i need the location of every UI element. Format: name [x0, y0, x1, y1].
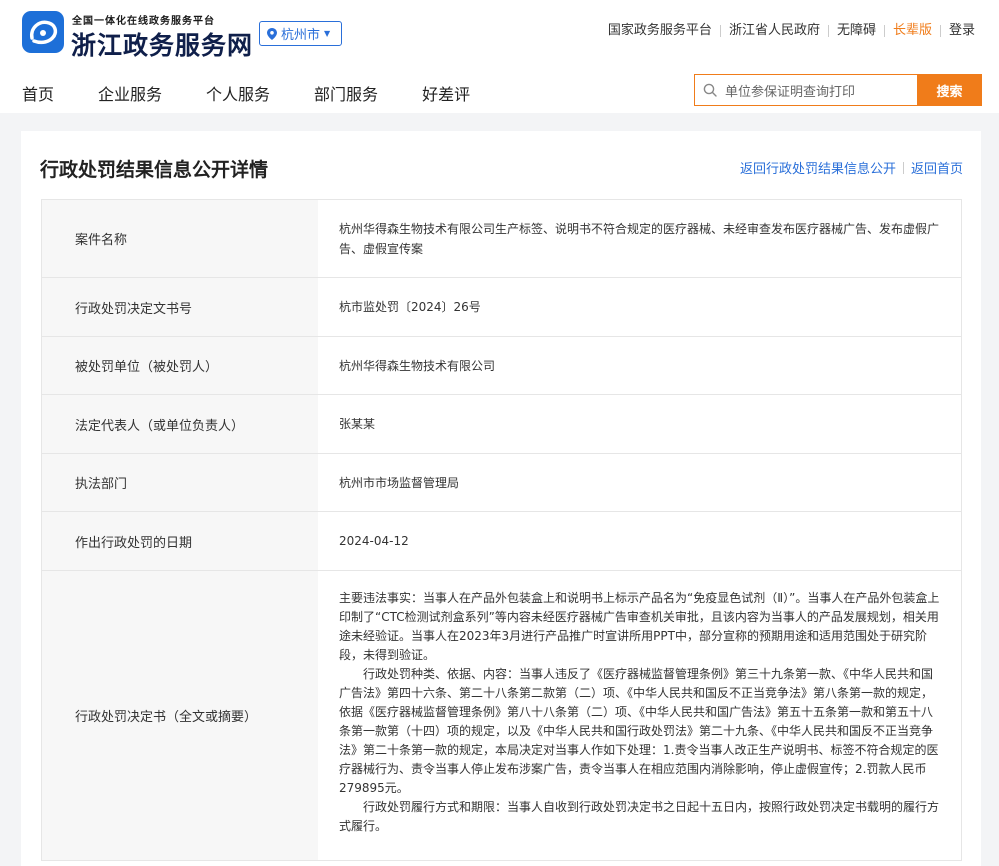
- top-links: 国家政务服务平台 浙江省人民政府 无障碍 长辈版 登录: [600, 23, 983, 39]
- nav-department[interactable]: 部门服务: [314, 81, 378, 105]
- decision-text: 主要违法事实：当事人在产品外包装盒上和说明书上标示产品名为“免疫显色试剂（Ⅱ）”…: [318, 571, 961, 860]
- table-row: 被处罚单位（被处罚人） 杭州华得森生物技术有限公司: [41, 337, 962, 395]
- link-elder-mode[interactable]: 长辈版: [885, 23, 940, 39]
- search-bar: 单位参保证明查询打印 搜索: [694, 74, 982, 106]
- divider: [902, 161, 904, 174]
- back-to-list-link[interactable]: 返回行政处罚结果信息公开: [740, 158, 896, 177]
- table-row: 法定代表人（或单位负责人） 张某某: [41, 395, 962, 454]
- row-value: 杭市监处罚〔2024〕26号: [339, 300, 481, 314]
- row-value: 杭州华得森生物技术有限公司: [339, 358, 496, 373]
- row-value: 2024-04-12: [339, 534, 409, 548]
- row-key: 作出行政处罚的日期: [42, 512, 318, 570]
- row-key: 行政处罚决定文书号: [42, 278, 318, 336]
- link-national-platform[interactable]: 国家政务服务平台: [600, 23, 720, 39]
- table-row: 行政处罚决定书（全文或摘要） 主要违法事实：当事人在产品外包装盒上和说明书上标示…: [41, 571, 962, 861]
- table-row: 案件名称 杭州华得森生物技术有限公司生产标签、说明书不符合规定的医疗器械、未经审…: [41, 200, 962, 278]
- decision-paragraph: 行政处罚种类、依据、内容：当事人违反了《医疗器械监督管理条例》第三十九条第一款、…: [339, 667, 939, 795]
- search-icon: [703, 83, 717, 97]
- link-login[interactable]: 登录: [941, 23, 983, 39]
- search-placeholder: 单位参保证明查询打印: [725, 84, 856, 100]
- caret-down-icon: ▼: [324, 29, 331, 38]
- nav-enterprise[interactable]: 企业服务: [98, 81, 162, 105]
- table-row: 执法部门 杭州市市场监督管理局: [41, 454, 962, 512]
- top-header: 全国一体化在线政务服务平台 浙江政务服务网 杭州市 ▼ 国家政务服务平台 浙江省…: [0, 0, 999, 113]
- brand-subtitle: 全国一体化在线政务服务平台: [72, 16, 215, 27]
- decision-paragraph: 主要违法事实：当事人在产品外包装盒上和说明书上标示产品名为“免疫显色试剂（Ⅱ）”…: [339, 591, 940, 662]
- site-logo-icon[interactable]: [22, 11, 64, 53]
- back-home-link[interactable]: 返回首页: [911, 158, 963, 177]
- row-key: 法定代表人（或单位负责人）: [42, 395, 318, 453]
- brand-title[interactable]: 浙江政务服务网: [71, 26, 253, 62]
- link-zhejiang-gov[interactable]: 浙江省人民政府: [721, 23, 828, 39]
- search-button[interactable]: 搜索: [917, 74, 982, 106]
- detail-table: 案件名称 杭州华得森生物技术有限公司生产标签、说明书不符合规定的医疗器械、未经审…: [41, 199, 962, 861]
- link-accessibility[interactable]: 无障碍: [829, 23, 884, 39]
- nav-home[interactable]: 首页: [22, 81, 54, 105]
- row-key: 执法部门: [42, 454, 318, 511]
- location-pin-icon: [267, 27, 277, 40]
- city-selector[interactable]: 杭州市 ▼: [259, 21, 342, 46]
- row-key: 被处罚单位（被处罚人）: [42, 337, 318, 394]
- table-row: 作出行政处罚的日期 2024-04-12: [41, 512, 962, 571]
- detail-card: 行政处罚结果信息公开详情 返回行政处罚结果信息公开 返回首页 案件名称 杭州华得…: [21, 131, 981, 866]
- nav-review[interactable]: 好差评: [422, 81, 470, 105]
- main-nav: 首页 企业服务 个人服务 部门服务 好差评: [22, 81, 514, 105]
- row-value: 张某某: [339, 417, 376, 431]
- search-input[interactable]: 单位参保证明查询打印: [694, 74, 917, 106]
- decision-paragraph: 行政处罚履行方式和期限：当事人自收到行政处罚决定书之日起十五日内，按照行政处罚决…: [339, 800, 940, 833]
- row-key: 行政处罚决定书（全文或摘要）: [42, 571, 318, 860]
- page-links: 返回行政处罚结果信息公开 返回首页: [740, 158, 963, 177]
- city-label: 杭州市: [281, 28, 321, 43]
- row-value: 杭州市市场监督管理局: [339, 475, 460, 490]
- page-title: 行政处罚结果信息公开详情: [40, 159, 269, 181]
- row-value: 杭州华得森生物技术有限公司生产标签、说明书不符合规定的医疗器械、未经审查发布医疗…: [339, 221, 940, 256]
- table-row: 行政处罚决定文书号 杭市监处罚〔2024〕26号: [41, 278, 962, 337]
- row-key: 案件名称: [42, 200, 318, 277]
- nav-personal[interactable]: 个人服务: [206, 81, 270, 105]
